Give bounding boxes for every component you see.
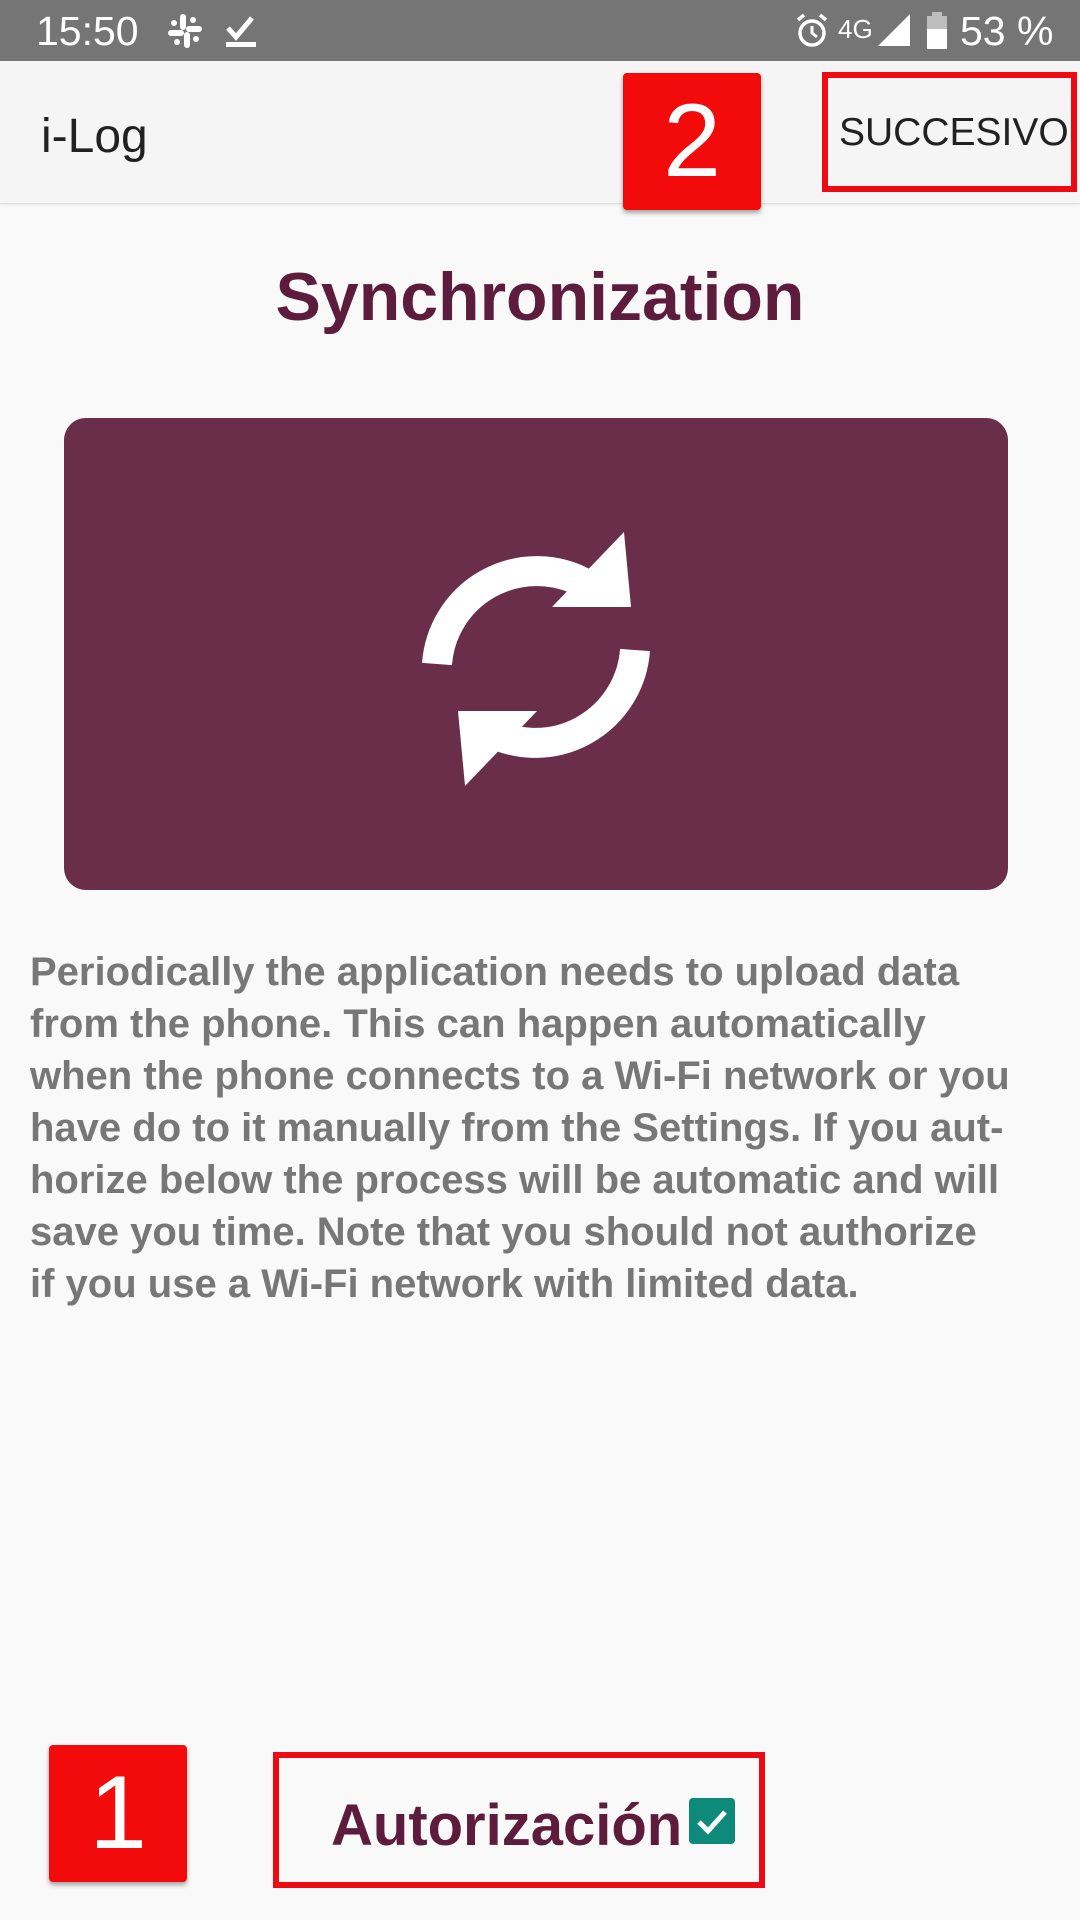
- annotation-marker-1-label: 1: [89, 1755, 147, 1871]
- status-bar: 15:50 4G 53 %: [0, 0, 1080, 61]
- download-done-icon: [224, 12, 258, 55]
- authorization-label: Autorización: [331, 1793, 683, 1858]
- annotation-marker-1: 1: [49, 1745, 187, 1882]
- annotation-marker-2: 2: [623, 73, 761, 210]
- app-title: i-Log: [41, 110, 148, 163]
- authorization-checkbox[interactable]: [689, 1798, 735, 1844]
- status-time: 15:50: [36, 8, 139, 54]
- page-title: Synchronization: [275, 259, 805, 335]
- app-bar: i-Log SUCCESIVO: [0, 61, 1080, 204]
- sync-illustration: [64, 418, 1008, 890]
- alarm-icon: [794, 12, 830, 55]
- battery-percent: 53 %: [960, 8, 1054, 54]
- network-type: 4G: [838, 14, 873, 44]
- battery-icon: [926, 12, 948, 55]
- authorization-row[interactable]: Autorización: [273, 1752, 765, 1888]
- description-text: Periodically the application needs to up…: [30, 950, 1010, 1306]
- slack-icon: [166, 12, 204, 55]
- next-button-label: SUCCESIVO: [839, 111, 1069, 154]
- next-button[interactable]: SUCCESIVO: [820, 61, 1080, 203]
- sync-icon: [422, 532, 650, 786]
- signal-icon: [878, 14, 910, 51]
- annotation-marker-2-label: 2: [663, 83, 721, 199]
- checkmark-icon: [697, 1810, 727, 1835]
